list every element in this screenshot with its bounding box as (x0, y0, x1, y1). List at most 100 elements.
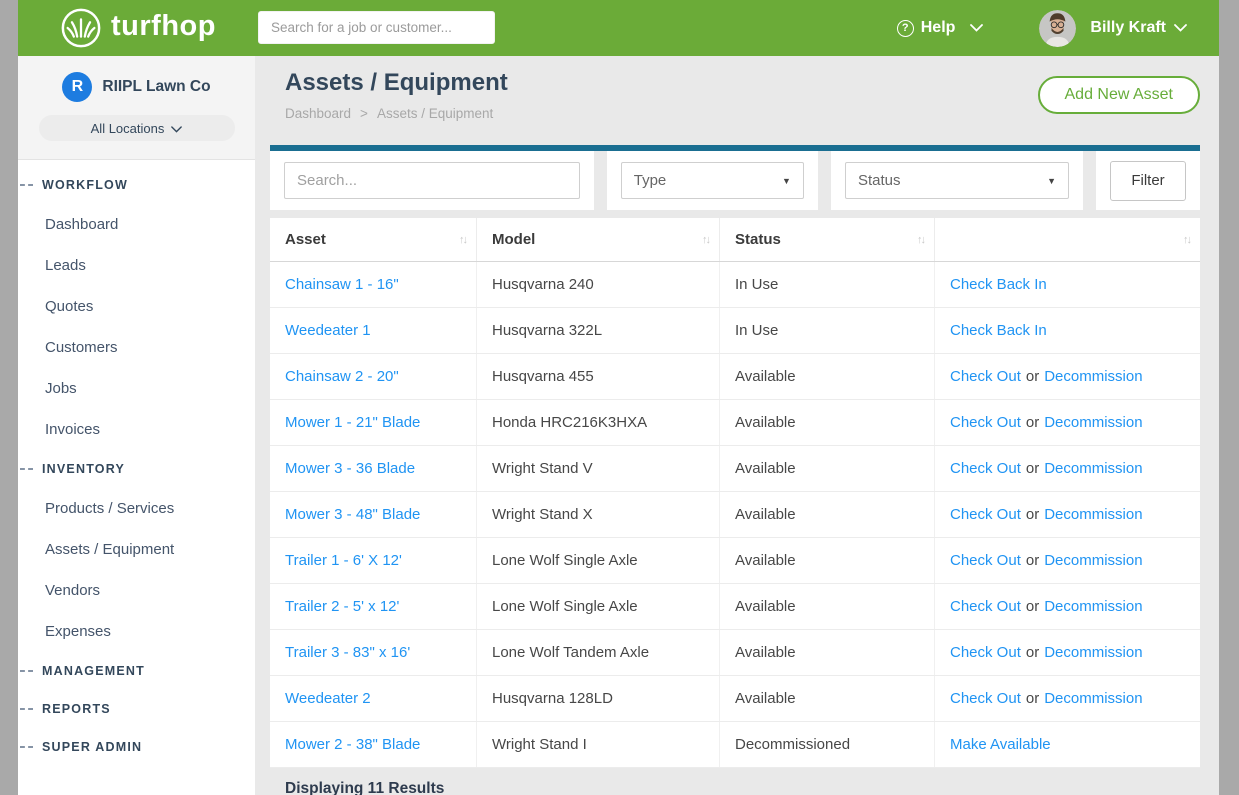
sort-icon[interactable]: ↑↓ (702, 234, 709, 246)
main-content: Assets / Equipment Dashboard > Assets / … (255, 56, 1219, 795)
sidebar-item-products-services[interactable]: Products / Services (18, 488, 255, 529)
action-link-check-out[interactable]: Check Out (950, 506, 1021, 523)
sidebar-item-jobs[interactable]: Jobs (18, 368, 255, 409)
status-cell: Available (720, 446, 935, 491)
user-name: Billy Kraft (1090, 19, 1166, 37)
action-link-check-out[interactable]: Check Out (950, 598, 1021, 615)
global-search-input[interactable] (258, 11, 495, 44)
action-link-check-back-in[interactable]: Check Back In (950, 276, 1047, 293)
sort-icon[interactable]: ↑↓ (917, 234, 924, 246)
model-cell: Lone Wolf Single Axle (477, 538, 720, 583)
avatar (1039, 10, 1076, 47)
action-link-decommission[interactable]: Decommission (1044, 598, 1142, 615)
sidebar-section-management[interactable]: MANAGEMENT (18, 652, 255, 690)
action-link-decommission[interactable]: Decommission (1044, 644, 1142, 661)
table-body: Chainsaw 1 - 16"Husqvarna 240In UseCheck… (270, 262, 1200, 768)
add-new-asset-button[interactable]: Add New Asset (1038, 76, 1201, 114)
help-label: Help (921, 19, 956, 37)
sort-icon[interactable]: ↑↓ (459, 234, 466, 246)
sidebar-section-inventory[interactable]: INVENTORY (18, 450, 255, 488)
asset-link[interactable]: Trailer 3 - 83" x 16' (285, 644, 410, 661)
asset-link[interactable]: Mower 3 - 36 Blade (285, 460, 415, 477)
action-separator: or (1026, 414, 1039, 431)
action-link-check-out[interactable]: Check Out (950, 460, 1021, 477)
filter-button[interactable]: Filter (1110, 161, 1186, 201)
action-link-decommission[interactable]: Decommission (1044, 690, 1142, 707)
sidebar: R RIIPL Lawn Co All Locations WORKFLOWDa… (18, 56, 255, 795)
sidebar-item-customers[interactable]: Customers (18, 327, 255, 368)
action-link-decommission[interactable]: Decommission (1044, 552, 1142, 569)
left-edge-strip (0, 0, 18, 795)
sidebar-section-reports[interactable]: REPORTS (18, 690, 255, 728)
model-cell: Lone Wolf Tandem Axle (477, 630, 720, 675)
sidebar-section-workflow[interactable]: WORKFLOW (18, 166, 255, 204)
sidebar-section-label: SUPER ADMIN (42, 740, 142, 754)
action-link-decommission[interactable]: Decommission (1044, 506, 1142, 523)
sidebar-section-super-admin[interactable]: SUPER ADMIN (18, 728, 255, 766)
asset-link[interactable]: Weedeater 1 (285, 322, 371, 339)
section-dash-icon (20, 670, 33, 672)
filter-bar: Type ▼ Status ▼ Filter (270, 151, 1200, 210)
chevron-down-icon (1174, 24, 1187, 32)
asset-link[interactable]: Chainsaw 1 - 16" (285, 276, 399, 293)
help-menu[interactable]: ? Help (897, 19, 984, 37)
locations-dropdown[interactable]: All Locations (39, 115, 235, 141)
sidebar-item-dashboard[interactable]: Dashboard (18, 204, 255, 245)
action-link-decommission[interactable]: Decommission (1044, 414, 1142, 431)
column-header-model[interactable]: Model ↑↓ (477, 218, 720, 261)
action-link-check-out[interactable]: Check Out (950, 690, 1021, 707)
table-row: Weedeater 2Husqvarna 128LDAvailableCheck… (270, 676, 1200, 722)
assets-table: Asset ↑↓ Model ↑↓ Status ↑↓ ↑↓ (270, 218, 1200, 768)
sidebar-item-assets-equipment[interactable]: Assets / Equipment (18, 529, 255, 570)
sort-icon[interactable]: ↑↓ (1183, 234, 1190, 246)
table-row: Trailer 3 - 83" x 16' Lone Wolf Tandem Ax… (270, 630, 1200, 676)
column-header-actions[interactable]: ↑↓ (935, 218, 1200, 261)
column-header-status[interactable]: Status ↑↓ (720, 218, 935, 261)
table-row: Chainsaw 1 - 16"Husqvarna 240In UseCheck… (270, 262, 1200, 308)
asset-link[interactable]: Weedeater 2 (285, 690, 371, 707)
sidebar-item-vendors[interactable]: Vendors (18, 570, 255, 611)
company-badge: R (62, 72, 92, 102)
table-row: Mower 1 - 21" BladeHonda HRC216K3HXAAvai… (270, 400, 1200, 446)
action-link-check-out[interactable]: Check Out (950, 414, 1021, 431)
action-link-check-out[interactable]: Check Out (950, 368, 1021, 385)
action-link-make-available[interactable]: Make Available (950, 736, 1051, 753)
action-link-decommission[interactable]: Decommission (1044, 368, 1142, 385)
sidebar-item-expenses[interactable]: Expenses (18, 611, 255, 652)
asset-link[interactable]: Mower 3 - 48" Blade (285, 506, 420, 523)
brand-logo[interactable]: turfhop (60, 7, 216, 49)
model-cell: Wright Stand V (477, 446, 720, 491)
breadcrumb: Dashboard > Assets / Equipment (285, 106, 493, 121)
asset-link[interactable]: Trailer 2 - 5' x 12' (285, 598, 399, 615)
action-link-check-out[interactable]: Check Out (950, 644, 1021, 661)
column-header-asset[interactable]: Asset ↑↓ (270, 218, 477, 261)
sidebar-item-leads[interactable]: Leads (18, 245, 255, 286)
user-menu[interactable]: Billy Kraft (1039, 10, 1187, 47)
asset-link[interactable]: Mower 1 - 21" Blade (285, 414, 420, 431)
action-link-check-out[interactable]: Check Out (950, 552, 1021, 569)
breadcrumb-separator-icon: > (360, 106, 368, 121)
type-select-value: Type (634, 172, 667, 189)
section-dash-icon (20, 708, 33, 710)
sidebar-section-label: MANAGEMENT (42, 664, 145, 678)
type-select[interactable]: Type ▼ (621, 162, 804, 199)
right-scrollbar-strip[interactable] (1219, 0, 1239, 795)
model-cell: Husqvarna 240 (477, 262, 720, 307)
assets-card: Type ▼ Status ▼ Filter Asset (270, 145, 1200, 795)
breadcrumb-dashboard[interactable]: Dashboard (285, 106, 351, 121)
asset-link[interactable]: Chainsaw 2 - 20" (285, 368, 399, 385)
action-link-decommission[interactable]: Decommission (1044, 460, 1142, 477)
sidebar-item-invoices[interactable]: Invoices (18, 409, 255, 450)
model-cell: Husqvarna 455 (477, 354, 720, 399)
page-title: Assets / Equipment (285, 69, 508, 97)
asset-link[interactable]: Mower 2 - 38" Blade (285, 736, 420, 753)
status-cell: Available (720, 492, 935, 537)
asset-search-input[interactable] (284, 162, 580, 199)
status-select[interactable]: Status ▼ (845, 162, 1069, 199)
asset-link[interactable]: Trailer 1 - 6' X 12' (285, 552, 402, 569)
action-link-check-back-in[interactable]: Check Back In (950, 322, 1047, 339)
sidebar-section-label: WORKFLOW (42, 178, 128, 192)
table-row: Weedeater 1Husqvarna 322LIn UseCheck Bac… (270, 308, 1200, 354)
top-header-bar: turfhop ? Help (18, 0, 1219, 56)
sidebar-item-quotes[interactable]: Quotes (18, 286, 255, 327)
